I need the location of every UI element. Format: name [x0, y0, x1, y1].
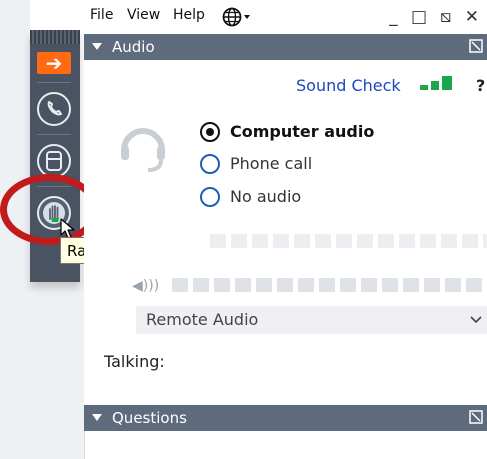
video-button[interactable] [37, 144, 71, 178]
headset-icon [121, 128, 165, 172]
menu-help[interactable]: Help [173, 7, 205, 23]
questions-section-header[interactable]: Questions [84, 405, 487, 431]
phone-icon [47, 101, 62, 116]
talking-label: Talking: [104, 352, 165, 371]
radio-label: Phone call [230, 154, 313, 173]
menu-bar: File View Help _ □ ⧅ ✕ [84, 0, 487, 34]
video-icon [46, 151, 62, 171]
audio-section-header[interactable]: Audio [84, 34, 487, 60]
popout-icon[interactable] [469, 410, 483, 424]
radio-button[interactable] [200, 187, 220, 207]
window-controls[interactable]: _ □ ⧅ ✕ [389, 7, 483, 27]
microphone-level-meter [210, 234, 487, 248]
toolbar-divider [37, 82, 71, 83]
menu-view[interactable]: View [127, 7, 160, 23]
radio-label: Computer audio [230, 122, 375, 141]
desktop-background-lower [0, 262, 84, 459]
toolbar-divider [37, 134, 71, 135]
collapse-arrow-button[interactable]: ➔ [37, 52, 71, 74]
audio-section-title: Audio [112, 38, 155, 56]
radio-button-checked[interactable] [200, 122, 220, 142]
radio-label: No audio [230, 187, 302, 206]
audio-panel: Sound Check ? Computer audio Phone call … [84, 60, 487, 405]
toolbar-grip[interactable] [30, 30, 80, 44]
phone-button[interactable] [37, 92, 71, 126]
speaker-select[interactable]: Remote Audio [136, 306, 487, 334]
radio-button[interactable] [200, 154, 220, 174]
collapse-triangle-icon[interactable] [92, 43, 102, 50]
speaker-icon: ◀))) [132, 278, 160, 294]
popout-icon[interactable] [469, 39, 483, 53]
questions-section-title: Questions [112, 409, 187, 427]
sound-check-link[interactable]: Sound Check [296, 76, 401, 95]
chevron-down-icon [470, 316, 482, 324]
collapse-triangle-icon[interactable] [92, 414, 102, 421]
speaker-level-meter [172, 278, 482, 292]
speaker-select-value: Remote Audio [146, 310, 259, 329]
signal-strength-icon [420, 76, 452, 90]
help-question-icon[interactable]: ? [476, 76, 485, 95]
menu-file[interactable]: File [90, 7, 113, 23]
globe-icon[interactable] [222, 7, 254, 27]
